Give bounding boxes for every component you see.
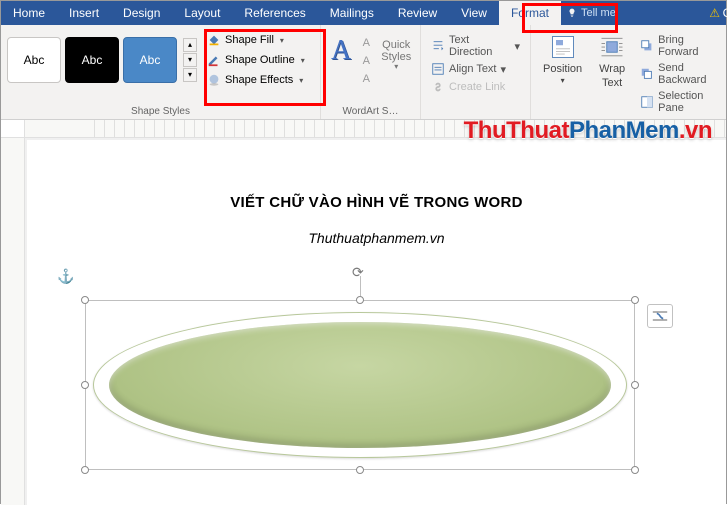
tab-mailings[interactable]: Mailings	[318, 1, 386, 25]
ribbon: Abc Abc Abc ▴ ▾ ▾ Shape Fill ▾ Shape Out…	[1, 25, 726, 120]
align-text-button[interactable]: Align Text▾	[429, 61, 522, 77]
tab-view[interactable]: View	[449, 1, 499, 25]
pencil-icon	[207, 53, 221, 67]
shape-style-thumb-1[interactable]: Abc	[7, 37, 61, 83]
layout-options-icon	[652, 309, 668, 323]
bucket-icon	[207, 33, 221, 47]
shape-style-gallery: Abc Abc Abc ▴ ▾ ▾	[7, 29, 197, 91]
group-arrange: Position ▾ Wrap Text Bring Forward Send …	[531, 25, 726, 119]
align-text-label: Align Text	[449, 63, 497, 75]
tab-format[interactable]: Format	[499, 1, 561, 25]
group-label-shape-styles: Shape Styles	[7, 104, 314, 117]
shape-style-thumb-3[interactable]: Abc	[123, 37, 177, 83]
tell-me-label: Tell me	[581, 7, 616, 19]
text-direction-label: Text Direction	[449, 34, 510, 58]
resize-handle-tm[interactable]	[356, 296, 364, 304]
watermark-part-1: ThuThuat	[464, 117, 569, 144]
bring-forward-button[interactable]: Bring Forward	[638, 33, 718, 59]
effects-icon	[207, 73, 221, 87]
document-area: VIẾT CHỮ VÀO HÌNH VẼ TRONG WORD Thuthuat…	[1, 138, 726, 505]
wrap-text-label-2: Text	[602, 77, 622, 89]
gallery-expand[interactable]: ▾	[183, 68, 197, 82]
text-outline-button[interactable]: A	[357, 53, 375, 69]
anchor-icon: ⚓	[57, 268, 74, 285]
shape-fill-button[interactable]: Shape Fill ▾	[203, 31, 309, 49]
position-icon	[549, 33, 577, 61]
bring-forward-label: Bring Forward	[658, 34, 716, 58]
tab-layout[interactable]: Layout	[172, 1, 232, 25]
position-button[interactable]: Position ▾	[537, 29, 588, 119]
tab-home[interactable]: Home	[1, 1, 57, 25]
text-direction-button[interactable]: Text Direction▾	[429, 33, 522, 59]
wrap-text-icon	[598, 33, 626, 61]
document-subtitle: Thuthuatphanmem.vn	[27, 230, 726, 246]
tell-me-search[interactable]: Tell me	[561, 1, 622, 25]
tab-review[interactable]: Review	[386, 1, 449, 25]
group-text: Text Direction▾ Align Text▾ Create Link	[421, 25, 531, 119]
shape-options: Shape Fill ▾ Shape Outline ▾ Shape Effec…	[203, 29, 309, 91]
shape-effects-button[interactable]: Shape Effects ▾	[203, 71, 309, 89]
quick-styles-label-1: Quick	[382, 39, 410, 51]
resize-handle-ml[interactable]	[81, 381, 89, 389]
wrap-text-label-1: Wrap	[599, 63, 625, 75]
group-wordart-styles: A A A A Quick Styles ▾ WordArt S…	[321, 25, 421, 119]
resize-handle-mr[interactable]	[631, 381, 639, 389]
text-effects-button[interactable]: A	[357, 71, 375, 87]
tab-references[interactable]: References	[232, 1, 317, 25]
layout-options-button[interactable]	[647, 304, 673, 328]
wrap-text-button[interactable]: Wrap Text	[592, 29, 632, 119]
position-label: Position	[543, 63, 582, 75]
text-fill-button[interactable]: A	[357, 35, 375, 51]
shape-style-thumb-2[interactable]: Abc	[65, 37, 119, 83]
watermark-logo: ThuThuatPhanMem.vn	[464, 117, 712, 145]
create-link-label: Create Link	[449, 81, 505, 93]
resize-handle-br[interactable]	[631, 466, 639, 474]
group-label-wordart: WordArt S…	[327, 104, 414, 117]
selected-shape[interactable]: ⟳	[85, 300, 635, 470]
bring-forward-icon	[640, 39, 654, 53]
send-backward-button[interactable]: Send Backward	[638, 61, 718, 87]
selection-pane-button[interactable]: Selection Pane	[638, 89, 718, 115]
selection-pane-label: Selection Pane	[658, 90, 716, 114]
watermark-part-2: PhanMem	[569, 117, 679, 144]
text-direction-icon	[431, 39, 445, 53]
chevron-down-icon: ▾	[280, 36, 284, 45]
gallery-scroll-down[interactable]: ▾	[183, 53, 197, 67]
page[interactable]: VIẾT CHỮ VÀO HÌNH VẼ TRONG WORD Thuthuat…	[27, 140, 726, 507]
vertical-ruler[interactable]	[1, 138, 25, 505]
lightbulb-icon	[567, 8, 577, 18]
selection-pane-icon	[640, 95, 654, 109]
resize-handle-bl[interactable]	[81, 466, 89, 474]
document-title: VIẾT CHỮ VÀO HÌNH VẼ TRONG WORD	[27, 194, 726, 211]
chevron-down-icon: ▾	[299, 76, 303, 85]
resize-handle-tr[interactable]	[631, 296, 639, 304]
tab-insert[interactable]: Insert	[57, 1, 111, 25]
ruler-corner	[1, 120, 25, 137]
wordart-preview[interactable]: A	[327, 35, 355, 67]
shape-fill-label: Shape Fill	[225, 34, 274, 46]
gallery-scroll-up[interactable]: ▴	[183, 38, 197, 52]
shape-oval-inner[interactable]	[109, 322, 611, 448]
shape-outline-button[interactable]: Shape Outline ▾	[203, 51, 309, 69]
ribbon-tabstrip: Home Insert Design Layout References Mai…	[1, 1, 726, 25]
resize-handle-tl[interactable]	[81, 296, 89, 304]
align-text-icon	[431, 62, 445, 76]
shape-effects-label: Shape Effects	[225, 74, 293, 86]
create-link-button: Create Link	[429, 79, 522, 95]
watermark-part-3: .vn	[679, 117, 712, 144]
group-shape-styles: Abc Abc Abc ▴ ▾ ▾ Shape Fill ▾ Shape Out…	[1, 25, 321, 119]
quick-styles-button[interactable]: Quick Styles ▾	[377, 35, 415, 76]
chevron-down-icon: ▾	[301, 56, 305, 65]
resize-handle-bm[interactable]	[356, 466, 364, 474]
send-backward-label: Send Backward	[658, 62, 716, 86]
rotation-handle[interactable]: ⟳	[352, 264, 364, 281]
alert-icon: ⚠	[709, 6, 720, 20]
send-backward-icon	[640, 67, 654, 81]
tab-design[interactable]: Design	[111, 1, 172, 25]
link-icon	[431, 80, 445, 94]
shape-style-gallery-more: ▴ ▾ ▾	[183, 38, 197, 83]
shape-outline-label: Shape Outline	[225, 54, 295, 66]
truncated-text: Ch	[723, 6, 727, 20]
